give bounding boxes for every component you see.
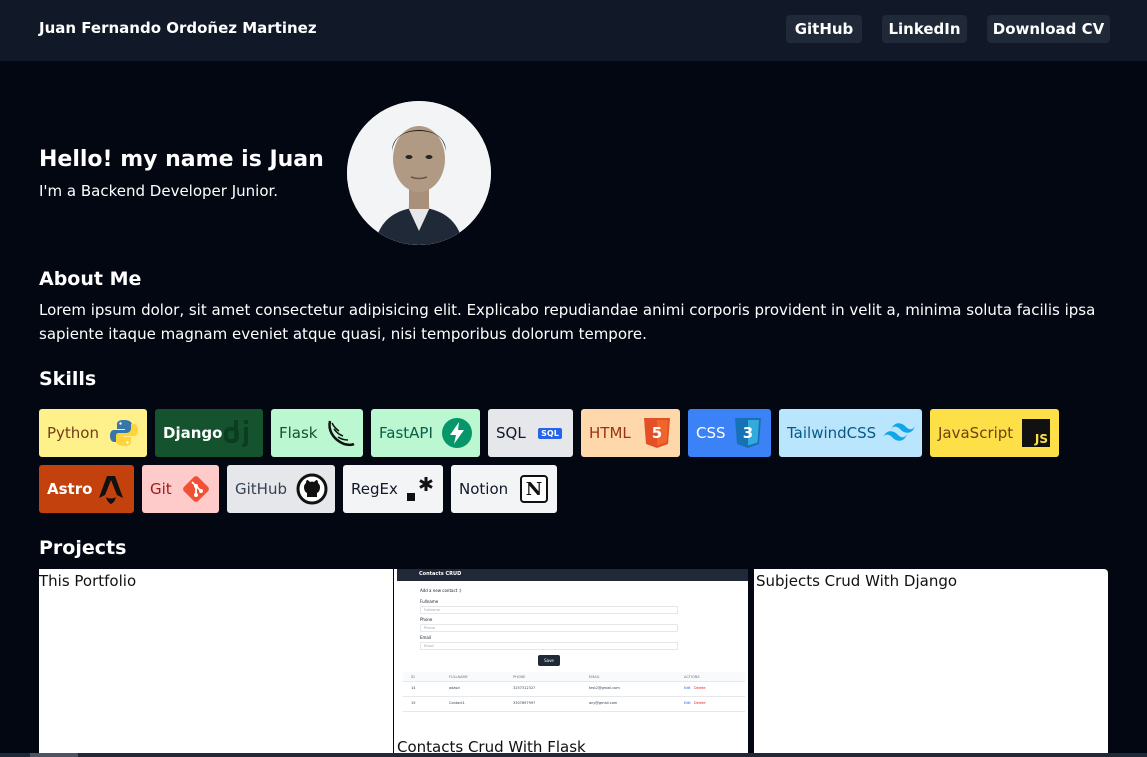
- skill-javascript: JavaScript JS: [930, 409, 1059, 457]
- fastapi-icon: [441, 417, 473, 449]
- skill-label: Notion: [459, 480, 509, 498]
- skill-github: GitHub: [227, 465, 335, 513]
- mock-table: ID FULLNAME PHONE EMAIL ACTIONS 14 adasd…: [403, 672, 745, 712]
- skill-label: TailwindCSS: [787, 424, 877, 442]
- skill-label: Astro: [47, 480, 93, 498]
- python-icon: [108, 417, 140, 449]
- skill-django: Django: [155, 409, 263, 457]
- projects-heading: Projects: [39, 537, 127, 559]
- scrollbar-thumb[interactable]: [30, 753, 78, 757]
- skill-label: CSS: [696, 424, 726, 442]
- skill-astro: Astro: [39, 465, 134, 513]
- skill-python: Python: [39, 409, 147, 457]
- skill-label: Python: [47, 424, 99, 442]
- project-card-contacts-crud[interactable]: Contacts CRUD Add a new contact :) Fulln…: [394, 569, 748, 757]
- project-thumbnail: Contacts CRUD Add a new contact :) Fulln…: [397, 569, 748, 743]
- project-card-portfolio[interactable]: This Portfolio: [39, 569, 393, 757]
- about-heading: About Me: [39, 268, 142, 290]
- brand-name[interactable]: Juan Fernando Ordoñez Martinez: [39, 19, 317, 37]
- profile-photo: [347, 101, 491, 245]
- skill-label: Django: [163, 424, 223, 442]
- project-title: Subjects Crud With Django: [756, 572, 958, 590]
- hero-subtitle: I'm a Backend Developer Junior.: [39, 182, 279, 200]
- horizontal-scrollbar[interactable]: [0, 753, 1147, 757]
- css3-icon: 3: [732, 417, 764, 449]
- github-link[interactable]: GitHub: [786, 15, 862, 43]
- django-icon: [224, 417, 256, 449]
- skills-heading: Skills: [39, 368, 97, 390]
- skill-tailwindcss: TailwindCSS: [779, 409, 922, 457]
- flask-icon: [324, 417, 356, 449]
- project-card-subjects-crud[interactable]: Subjects Crud With Django: [754, 569, 1108, 757]
- skill-html: HTML 5: [581, 409, 680, 457]
- skill-fastapi: FastAPI: [371, 409, 480, 457]
- skill-flask: Flask: [271, 409, 363, 457]
- skill-regex: RegEx: [343, 465, 443, 513]
- skill-label: SQL: [496, 424, 526, 442]
- skill-label: HTML: [589, 424, 631, 442]
- skill-git: Git: [142, 465, 219, 513]
- skill-label: RegEx: [351, 480, 398, 498]
- git-icon: [180, 473, 212, 505]
- linkedin-link[interactable]: LinkedIn: [882, 15, 967, 43]
- navbar: Juan Fernando Ordoñez Martinez GitHub Li…: [0, 0, 1147, 61]
- skill-label: FastAPI: [379, 424, 433, 442]
- tailwind-icon: [883, 417, 915, 449]
- avatar: [347, 101, 491, 245]
- github-icon: [296, 473, 328, 505]
- skill-label: JavaScript: [938, 424, 1014, 442]
- skill-notion: Notion N: [451, 465, 557, 513]
- notion-icon: N: [518, 473, 550, 505]
- javascript-icon: JS: [1020, 417, 1052, 449]
- html5-icon: 5: [641, 417, 673, 449]
- regex-icon: [404, 473, 436, 505]
- skill-sql: SQL SQL: [488, 409, 573, 457]
- mock-navbar: Contacts CRUD: [397, 569, 748, 581]
- download-cv-button[interactable]: Download CV: [987, 15, 1110, 43]
- skill-css: CSS 3: [688, 409, 771, 457]
- hero-title: Hello! my name is Juan: [39, 147, 324, 172]
- skill-label: GitHub: [235, 480, 287, 498]
- about-text: Lorem ipsum dolor, sit amet consectetur …: [39, 301, 1096, 343]
- skill-label: Flask: [279, 424, 318, 442]
- skill-label: Git: [150, 480, 172, 498]
- astro-icon: [95, 473, 127, 505]
- project-title: This Portfolio: [39, 572, 137, 590]
- sql-icon: SQL: [534, 417, 566, 449]
